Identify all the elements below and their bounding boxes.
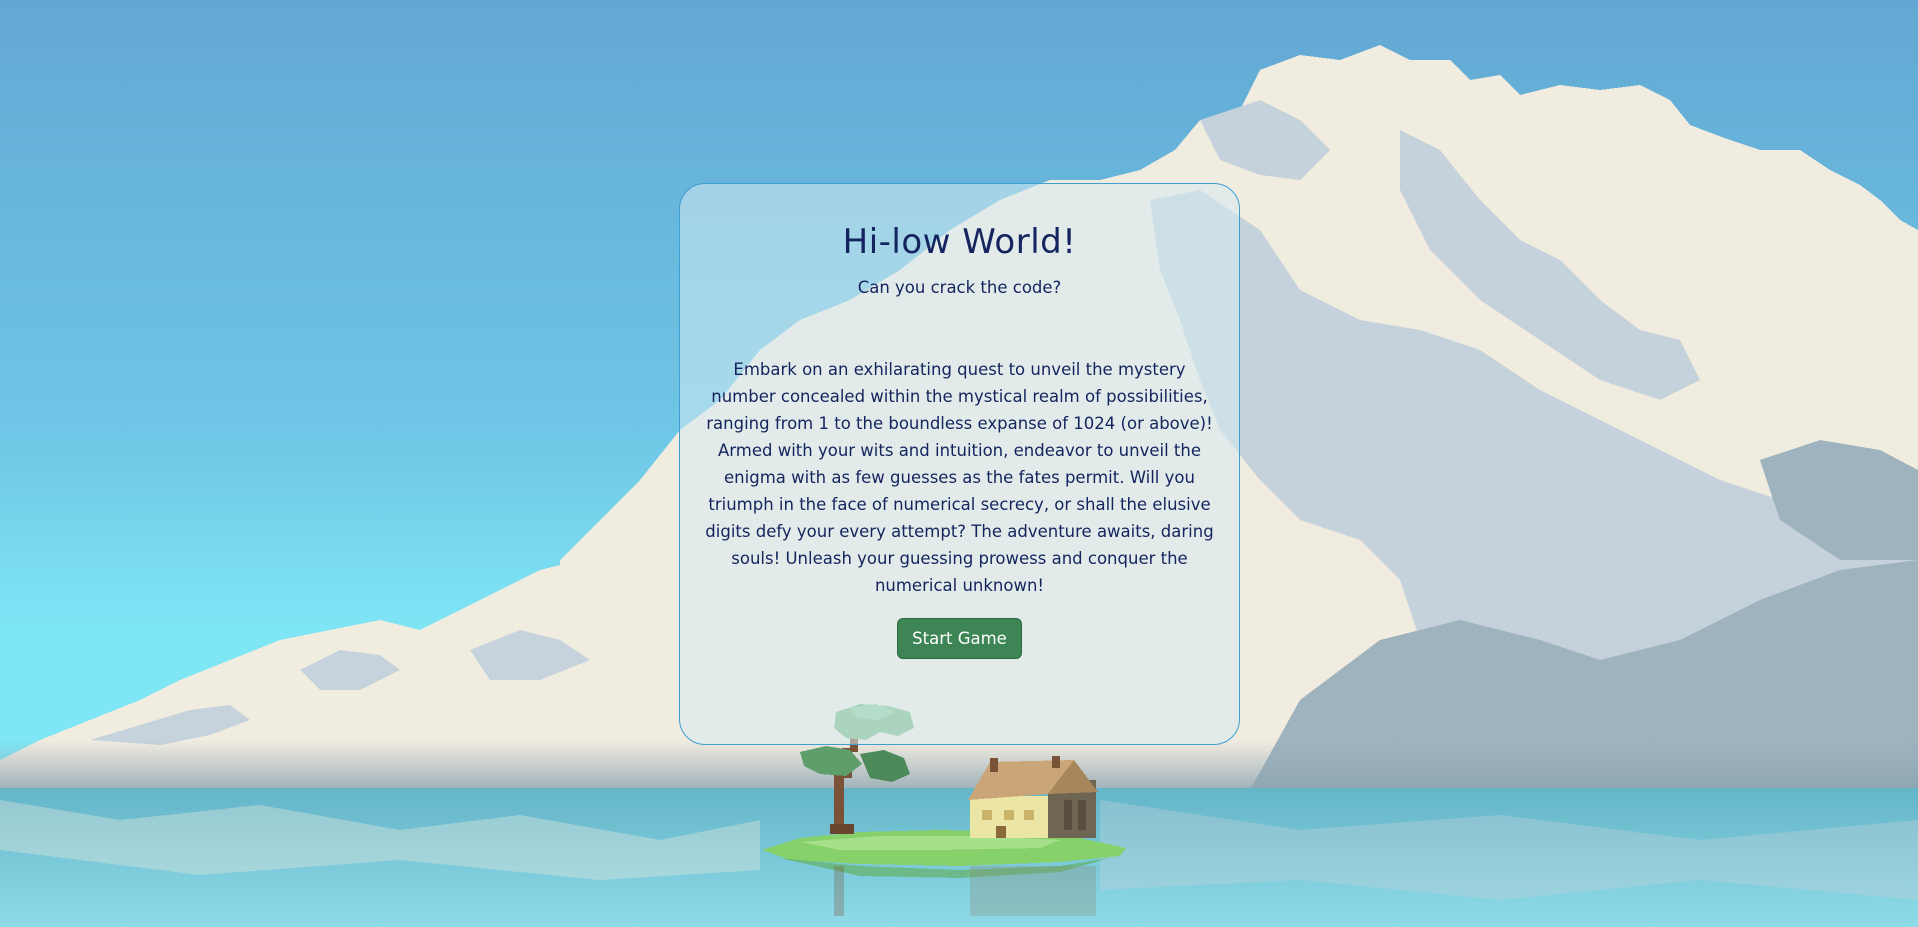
horizon-haze (0, 740, 1918, 790)
intro-panel: Hi-low World! Can you crack the code? Em… (679, 183, 1240, 745)
game-title: Hi-low World! (842, 222, 1077, 262)
game-subtitle: Can you crack the code? (857, 277, 1062, 297)
game-description: Embark on an exhilarating quest to unvei… (705, 360, 1214, 596)
start-game-button[interactable]: Start Game (897, 618, 1022, 660)
house (968, 756, 1098, 838)
